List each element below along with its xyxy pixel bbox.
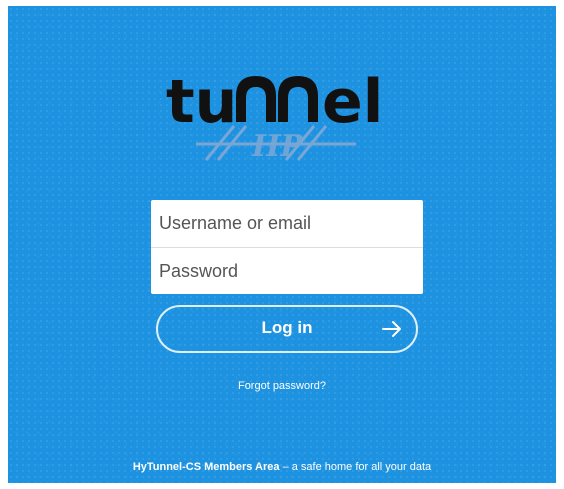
arrow-right-icon (382, 321, 401, 337)
username-input[interactable] (151, 200, 423, 246)
forgot-password-link[interactable]: Forgot password? (8, 380, 556, 392)
login-button[interactable]: Log in (156, 305, 418, 353)
password-input[interactable] (151, 248, 423, 294)
login-form (151, 200, 423, 294)
login-button-label: Log in (261, 318, 313, 337)
svg-text:el: el (322, 67, 383, 137)
svg-text:HP: HP (251, 129, 304, 164)
svg-text:tu: tu (166, 67, 237, 137)
tunnel-logo: tu el HP (156, 60, 426, 170)
footer-brand: HyTunnel-CS Members Area (132, 461, 280, 473)
footer-tagline: – a safe home for all your data (279, 461, 432, 473)
footer-text: HyTunnel-CS Members Area – a safe home f… (8, 461, 556, 473)
logo-graphic: tu el HP (166, 67, 383, 164)
login-page: tu el HP Log in Forgot password? (8, 6, 556, 483)
